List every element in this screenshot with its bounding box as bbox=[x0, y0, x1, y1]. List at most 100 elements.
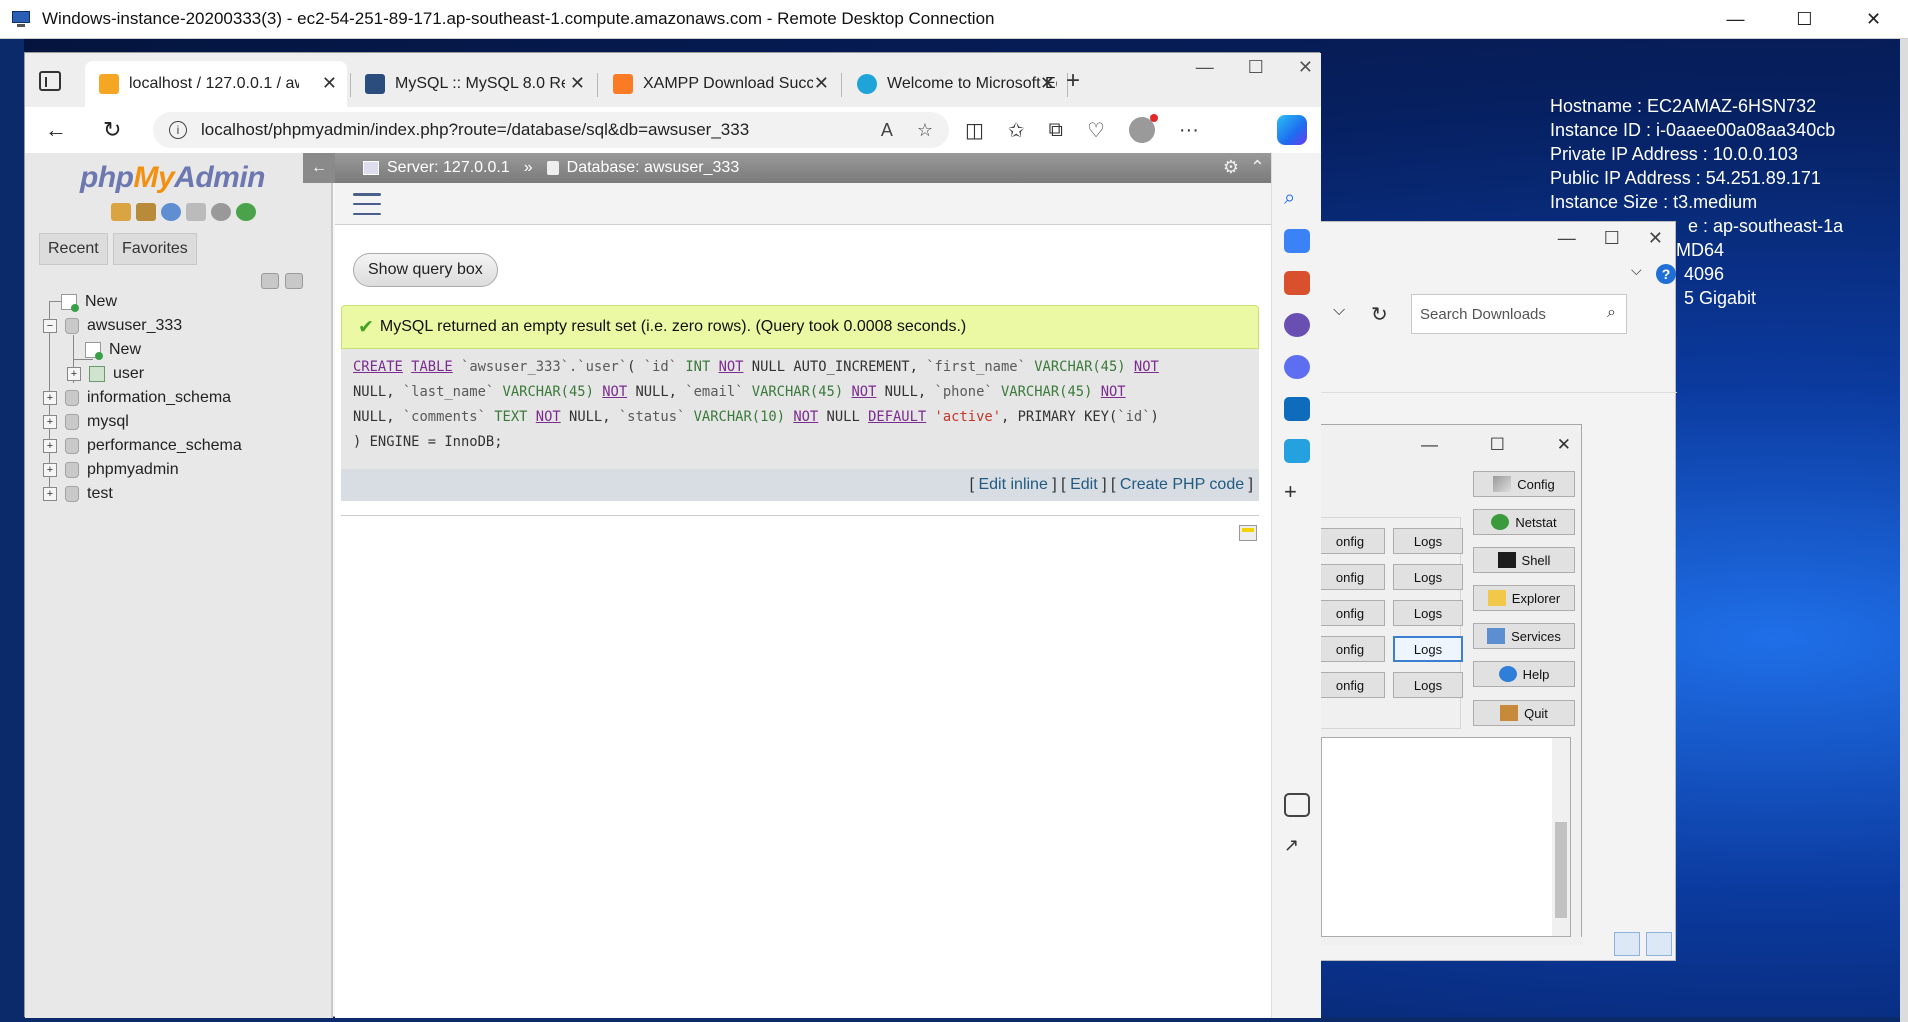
hamburger-menu-icon[interactable] bbox=[353, 193, 381, 215]
tab-microsoft-edge[interactable]: Welcome to Microsoft Edge ✕ bbox=[843, 61, 1065, 107]
close-icon[interactable]: ✕ bbox=[322, 73, 337, 94]
docs-icon[interactable] bbox=[186, 203, 206, 221]
module-logs-button[interactable]: Logs bbox=[1393, 528, 1463, 554]
xampp-log-area[interactable] bbox=[1321, 737, 1571, 937]
edit-link[interactable]: Edit bbox=[1070, 476, 1098, 494]
outlook-icon[interactable] bbox=[1284, 397, 1310, 421]
link-with-main-icon[interactable] bbox=[285, 273, 303, 289]
copilot-icon[interactable] bbox=[1277, 115, 1307, 145]
downloads-search-input[interactable]: Search Downloads ⌕ bbox=[1411, 294, 1627, 334]
xampp-help-button[interactable]: Help bbox=[1473, 661, 1575, 687]
downloads-minimize-button[interactable]: — bbox=[1558, 228, 1576, 249]
more-options-icon[interactable]: ··· bbox=[1179, 119, 1199, 142]
tree-db-mysql[interactable]: + mysql bbox=[43, 409, 129, 435]
module-logs-button[interactable]: Logs bbox=[1393, 600, 1463, 626]
refresh-icon[interactable]: ↻ bbox=[103, 117, 121, 143]
browser-minimize-button[interactable]: — bbox=[1196, 57, 1214, 78]
expand-icon[interactable]: + bbox=[43, 391, 57, 405]
log-scrollbar[interactable] bbox=[1552, 738, 1570, 936]
split-screen-icon[interactable]: ◫ bbox=[965, 118, 984, 143]
module-logs-button[interactable]: Logs bbox=[1393, 636, 1463, 662]
rdp-scrollbar[interactable] bbox=[1900, 39, 1908, 1022]
tree-new-table[interactable]: New bbox=[85, 337, 141, 363]
xampp-shell-button[interactable]: Shell bbox=[1473, 547, 1575, 573]
browser-essentials-icon[interactable]: ♡ bbox=[1087, 118, 1105, 143]
drop-icon[interactable] bbox=[1284, 439, 1310, 463]
edge-browser-window[interactable]: localhost / 127.0.0.1 / awsuser_333 ✕ My… bbox=[24, 52, 1321, 1018]
recent-tables-button[interactable]: Recent bbox=[39, 233, 108, 265]
search-icon[interactable]: ⌕ bbox=[1284, 187, 1310, 211]
create-php-code-link[interactable]: Create PHP code bbox=[1120, 476, 1244, 494]
xampp-close-button[interactable]: ✕ bbox=[1557, 435, 1571, 455]
xampp-netstat-button[interactable]: Netstat bbox=[1473, 509, 1575, 535]
tools-icon[interactable] bbox=[1284, 271, 1310, 295]
rdp-maximize-button[interactable]: ☐ bbox=[1770, 0, 1839, 39]
browser-maximize-button[interactable]: ☐ bbox=[1248, 57, 1264, 78]
collapse-navigation-icon[interactable]: ← bbox=[303, 153, 335, 183]
module-config-button[interactable]: onfig bbox=[1315, 600, 1385, 626]
read-aloud-icon[interactable]: A bbox=[881, 120, 893, 141]
large-icons-view-icon[interactable] bbox=[1646, 932, 1672, 956]
xampp-minimize-button[interactable]: — bbox=[1421, 435, 1438, 455]
refresh-icon[interactable]: ↻ bbox=[1371, 302, 1388, 327]
module-config-button[interactable]: onfig bbox=[1315, 528, 1385, 554]
downloads-close-button[interactable]: ✕ bbox=[1648, 228, 1663, 249]
chevron-down-icon[interactable]: ⌵ bbox=[1631, 262, 1642, 279]
module-logs-button[interactable]: Logs bbox=[1393, 564, 1463, 590]
tab-actions-icon[interactable] bbox=[39, 71, 61, 91]
breadcrumb-database[interactable]: Database: awsuser_333 bbox=[567, 159, 740, 177]
xampp-quit-button[interactable]: Quit bbox=[1473, 700, 1575, 726]
close-icon[interactable]: ✕ bbox=[814, 73, 829, 94]
collapse-all-icon[interactable] bbox=[261, 273, 279, 289]
help-icon[interactable] bbox=[161, 203, 181, 221]
console-icon[interactable] bbox=[1239, 525, 1257, 541]
module-config-button[interactable]: onfig bbox=[1315, 636, 1385, 662]
close-icon[interactable]: ✕ bbox=[570, 73, 585, 94]
collapse-top-icon[interactable]: ⌃ bbox=[1250, 157, 1265, 178]
phpmyadmin-logo[interactable]: phpMyAdmin bbox=[80, 161, 265, 195]
expand-icon[interactable]: + bbox=[43, 463, 57, 477]
logout-icon[interactable] bbox=[136, 203, 156, 221]
chevron-down-icon[interactable]: ⌵ bbox=[1333, 302, 1345, 320]
microsoft365-icon[interactable] bbox=[1284, 355, 1310, 379]
profile-avatar[interactable] bbox=[1128, 114, 1158, 143]
collections-icon[interactable]: ⧉ bbox=[1049, 119, 1063, 142]
expand-icon[interactable]: + bbox=[43, 415, 57, 429]
tree-new-database[interactable]: New bbox=[61, 289, 117, 315]
expand-icon[interactable]: + bbox=[67, 367, 81, 381]
details-view-icon[interactable] bbox=[1614, 932, 1640, 956]
tab-xampp-download[interactable]: XAMPP Download Success ✕ bbox=[599, 61, 839, 107]
tree-db-performance-schema[interactable]: + performance_schema bbox=[43, 433, 242, 459]
xampp-maximize-button[interactable]: ☐ bbox=[1490, 435, 1505, 455]
new-tab-button[interactable]: + bbox=[1066, 67, 1080, 95]
favorite-star-icon[interactable]: ☆ bbox=[917, 120, 933, 141]
home-icon[interactable] bbox=[111, 203, 131, 221]
gear-icon[interactable] bbox=[211, 203, 231, 221]
shopping-icon[interactable] bbox=[1284, 229, 1310, 253]
module-logs-button[interactable]: Logs bbox=[1393, 672, 1463, 698]
tab-mysql-manual[interactable]: MySQL :: MySQL 8.0 Reference Manual ✕ bbox=[351, 61, 595, 107]
edit-inline-link[interactable]: Edit inline bbox=[978, 476, 1047, 494]
site-info-icon[interactable]: i bbox=[169, 121, 187, 139]
xampp-explorer-button[interactable]: Explorer bbox=[1473, 585, 1575, 611]
tree-db-test[interactable]: + test bbox=[43, 481, 113, 507]
tree-db-phpmyadmin[interactable]: + phpmyadmin bbox=[43, 457, 179, 483]
browser-close-button[interactable]: ✕ bbox=[1298, 57, 1313, 78]
favorite-tables-button[interactable]: Favorites bbox=[113, 233, 197, 265]
help-icon[interactable]: ? bbox=[1656, 264, 1676, 284]
collapse-icon[interactable]: − bbox=[43, 319, 57, 333]
open-external-icon[interactable]: ↗ bbox=[1284, 835, 1310, 859]
gear-icon[interactable]: ⚙ bbox=[1223, 157, 1239, 178]
tree-db-awsuser-333[interactable]: − awsuser_333 bbox=[43, 313, 182, 339]
sidebar-panel-icon[interactable] bbox=[1284, 793, 1310, 817]
close-icon[interactable]: ✕ bbox=[1040, 73, 1055, 94]
rdp-close-button[interactable]: ✕ bbox=[1839, 0, 1908, 39]
breadcrumb-server[interactable]: Server: 127.0.0.1 bbox=[387, 159, 510, 177]
tree-table-user[interactable]: + user bbox=[67, 361, 144, 387]
rdp-minimize-button[interactable]: — bbox=[1701, 0, 1770, 39]
xampp-control-panel[interactable]: — ☐ ✕ onfig Logs onfig Logs onfig Logs o… bbox=[1315, 424, 1583, 945]
add-sidebar-app-icon[interactable]: + bbox=[1284, 479, 1310, 504]
tab-phpmyadmin[interactable]: localhost / 127.0.0.1 / awsuser_333 ✕ bbox=[85, 61, 347, 107]
games-icon[interactable] bbox=[1284, 313, 1310, 337]
xampp-config-button[interactable]: Config bbox=[1473, 471, 1575, 497]
